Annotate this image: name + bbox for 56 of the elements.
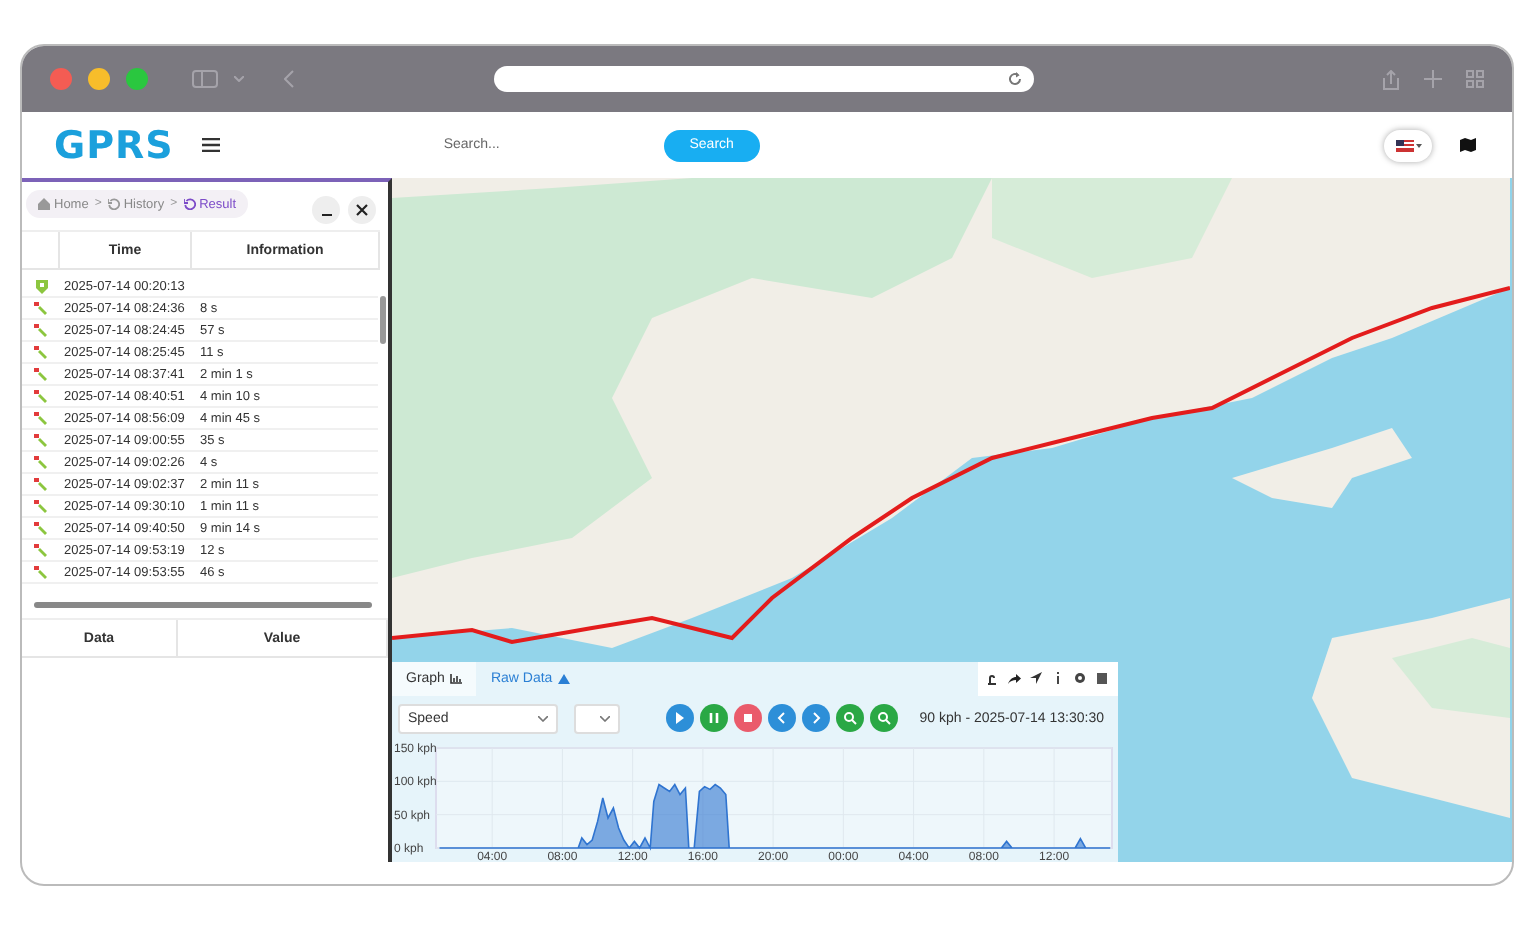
- start-end-icon: [34, 411, 48, 425]
- zoom-in-button[interactable]: [836, 704, 864, 732]
- caret-icon: [1415, 143, 1421, 147]
- zoom-in-icon: [840, 708, 860, 728]
- navigation-icon[interactable]: [1030, 672, 1044, 686]
- share-icon[interactable]: [1008, 672, 1022, 686]
- pause-icon: [704, 708, 724, 728]
- start-end-icon: [34, 323, 48, 337]
- minimize-window-button[interactable]: [88, 68, 110, 90]
- horizontal-scrollbar[interactable]: [34, 598, 372, 610]
- stop-icon: [738, 708, 758, 728]
- start-end-icon: [34, 345, 48, 359]
- start-end-icon: [34, 389, 48, 403]
- start-end-icon: [34, 543, 48, 557]
- caret-icon: [538, 715, 548, 721]
- home-icon: [38, 198, 50, 210]
- play-button[interactable]: [666, 704, 694, 732]
- chevron-icon[interactable]: [234, 76, 244, 82]
- close-button[interactable]: [348, 196, 376, 224]
- sidebar-icon[interactable]: [192, 70, 218, 88]
- shield-icon: [35, 279, 47, 293]
- pause-button[interactable]: [700, 704, 728, 732]
- app-logo[interactable]: GPRS: [54, 123, 174, 167]
- history-icon: [183, 198, 196, 210]
- next-button[interactable]: [802, 704, 830, 732]
- history-icon: [107, 198, 120, 210]
- dropdown[interactable]: [574, 703, 620, 733]
- zoom-out-icon: [874, 708, 894, 728]
- start-end-icon: [34, 521, 48, 535]
- flag-icon: [1395, 139, 1413, 151]
- route-icon[interactable]: [986, 672, 1000, 686]
- start-end-icon: [34, 499, 48, 513]
- start-end-icon: [34, 433, 48, 447]
- maximize-window-button[interactable]: [126, 68, 148, 90]
- zoom-out-button[interactable]: [870, 704, 898, 732]
- warning-icon: [558, 674, 571, 684]
- start-end-icon: [34, 455, 48, 469]
- settings-icon[interactable]: [1074, 672, 1088, 686]
- start-end-icon: [34, 367, 48, 381]
- tabs-overview-icon[interactable]: [1466, 69, 1484, 87]
- back-icon[interactable]: [284, 70, 294, 88]
- menu-icon[interactable]: [201, 138, 220, 152]
- caret-icon: [600, 715, 610, 721]
- chart-icon: [450, 674, 463, 684]
- language-dropdown[interactable]: [1384, 129, 1432, 161]
- stop-button[interactable]: [734, 704, 762, 732]
- close-icon: [356, 204, 368, 216]
- reload-icon[interactable]: [1008, 72, 1022, 86]
- map-icon[interactable]: [1460, 138, 1476, 152]
- previous-button[interactable]: [768, 704, 796, 732]
- start-end-icon: [34, 477, 48, 491]
- plus-icon[interactable]: [1424, 69, 1442, 87]
- minimize-button[interactable]: [312, 196, 340, 224]
- start-end-icon: [34, 301, 48, 315]
- calendar-icon[interactable]: [1096, 672, 1110, 686]
- start-end-icon: [34, 565, 48, 579]
